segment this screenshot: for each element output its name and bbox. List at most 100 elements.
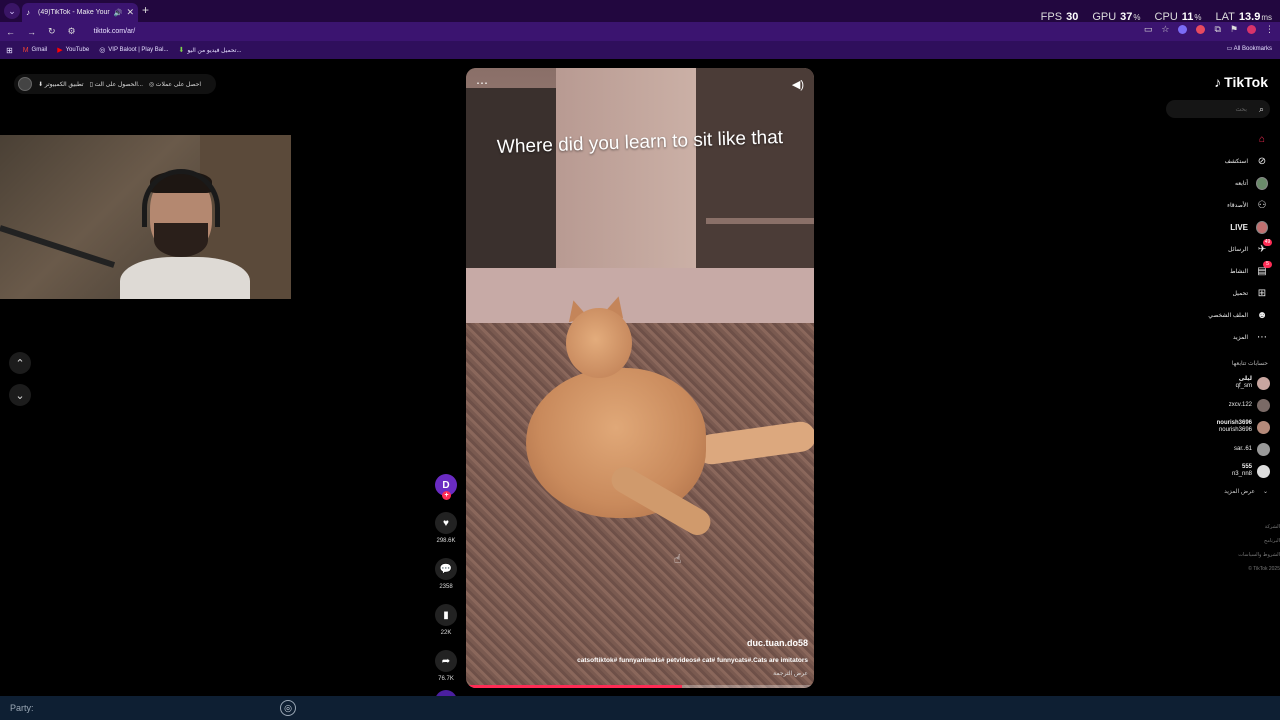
sidebar-menu: ⌂ استكشف ⊘ أتابعه الأصدقاء ⚇ LIVE الرسائل ✈… xyxy=(1158,128,1272,348)
comment-icon: 💬 xyxy=(439,563,453,575)
reload-icon[interactable]: ↻ xyxy=(48,26,56,37)
video-author[interactable]: duc.tuan.do58 xyxy=(747,638,808,648)
like-button[interactable]: ♥ xyxy=(435,512,457,534)
baloot-icon: ◎ xyxy=(99,47,106,54)
speaker-icon[interactable]: 🔊 xyxy=(114,9,123,17)
get-app-link[interactable]: ▯ الحصول على الت... xyxy=(90,81,143,88)
footer-links: الشركة البرنامج الشروط والسياسات © TikTo… xyxy=(1238,520,1280,576)
previous-video-button[interactable]: ⌃ xyxy=(9,352,31,374)
bookmark-star-icon[interactable]: ☆ xyxy=(1161,24,1169,35)
get-coins-link[interactable]: ◎ احصل على عملات xyxy=(149,81,201,88)
sidebar-item-messages[interactable]: الرسائل ✈ 49 xyxy=(1158,238,1272,260)
following-item[interactable]: nourish3696 nourish3696 xyxy=(1160,416,1270,438)
action-rail: D+ ♥ 298.6K 💬 2358 ▮ 22K ➦ 76.7K D xyxy=(432,474,460,712)
more-options-icon[interactable]: ⋯ xyxy=(476,76,488,90)
forward-icon[interactable]: → xyxy=(27,27,36,37)
desktop-app-link[interactable]: ⬇ تطبيق الكمبيوتر xyxy=(38,81,84,88)
gmail-icon: M xyxy=(22,46,29,54)
like-count: 298.6K xyxy=(436,538,456,544)
cast-icon[interactable]: ▭ xyxy=(1144,24,1153,35)
footer-copyright: © TikTok 2025 xyxy=(1248,566,1280,572)
upload-icon: ⊞ xyxy=(1257,287,1267,299)
next-video-button[interactable]: ⌄ xyxy=(9,384,31,406)
messages-badge: 49 xyxy=(1263,239,1272,246)
bookmark-icon: ▮ xyxy=(443,609,449,621)
all-bookmarks[interactable]: ▭ All Bookmarks xyxy=(1227,45,1272,52)
following-item[interactable]: 555 n3_nn8 xyxy=(1160,460,1270,482)
chevron-down-icon: ⌄ xyxy=(15,389,25,402)
folder-icon: ▭ xyxy=(1226,46,1234,52)
tiktok-logo[interactable]: ♪ TikTok xyxy=(1214,74,1268,90)
back-icon[interactable]: ← xyxy=(6,27,15,37)
party-bar: Party: ◎ xyxy=(0,696,1280,720)
comment-button[interactable]: 💬 xyxy=(435,558,457,580)
bookmark-download[interactable]: ⬇ تحميل فيديو من اليو... xyxy=(178,46,241,54)
activity-badge: 5 xyxy=(1263,261,1272,268)
creator-avatar[interactable]: D + xyxy=(435,474,457,500)
new-tab-button[interactable]: + xyxy=(142,3,149,17)
address-bar: ← → ↻ ⚙ tiktok.com/ar/ ▭ ☆ ⧉ ⚑ ⋮ xyxy=(0,22,1280,41)
extensions-puzzle-icon[interactable]: ⧉ xyxy=(1214,24,1220,35)
sidebar-item-explore[interactable]: استكشف ⊘ xyxy=(1158,150,1268,172)
bookmark-baloot[interactable]: ◎ VIP Baloot | Play Bal... xyxy=(99,46,168,54)
heart-icon: ♥ xyxy=(443,517,449,529)
tab-search-dropdown[interactable]: ⌄ xyxy=(4,3,20,19)
sound-icon[interactable]: ◀) xyxy=(792,78,804,91)
apps-grid-icon[interactable]: ⊞ xyxy=(6,46,13,55)
search-box[interactable]: بحث ⌕ xyxy=(1166,100,1270,118)
site-info-icon[interactable]: ⚙ xyxy=(68,26,76,37)
share-button[interactable]: ➦ xyxy=(435,650,457,672)
following-item[interactable]: sar..61 xyxy=(1160,438,1270,460)
sidebar-item-friends[interactable]: الأصدقاء ⚇ xyxy=(1158,194,1268,216)
extension-red-icon[interactable] xyxy=(1196,25,1206,34)
video-progress-bar[interactable] xyxy=(466,685,814,688)
bookmarks-bar: ⊞ M Gmail ▶ YouTube ◎ VIP Baloot | Play Bal… xyxy=(0,41,1280,59)
search-icon[interactable]: ⌕ xyxy=(1259,104,1264,115)
activity-icon: ▤ 5 xyxy=(1256,261,1272,277)
more-icon: ⋯ xyxy=(1257,331,1267,343)
footer-terms-link[interactable]: الشروط والسياسات xyxy=(1238,548,1280,562)
party-chat-icon[interactable]: ◎ xyxy=(280,700,296,716)
extension-flag-icon[interactable]: ⚑ xyxy=(1230,24,1238,35)
sidebar-item-live[interactable]: LIVE xyxy=(1158,216,1268,238)
footer-program-link[interactable]: البرنامج xyxy=(1238,534,1280,548)
save-count: 22K xyxy=(440,630,452,636)
avatar xyxy=(1257,376,1270,390)
tiktok-topbar: ⬇ تطبيق الكمبيوتر ▯ الحصول على الت... ◎ … xyxy=(14,74,216,94)
sidebar-item-home[interactable]: ⌂ xyxy=(1158,128,1268,150)
messages-icon: ✈ 49 xyxy=(1257,239,1272,255)
sidebar-item-profile[interactable]: الملف الشخصي ☻ xyxy=(1158,304,1268,326)
video-player[interactable]: Where did you learn to sit like that ⋯ ◀… xyxy=(466,68,814,688)
sidebar-item-upload[interactable]: تحميل ⊞ xyxy=(1158,282,1268,304)
follow-plus-icon[interactable]: + xyxy=(442,491,451,500)
url-field[interactable]: tiktok.com/ar/ xyxy=(94,28,136,35)
profile-avatar-icon[interactable] xyxy=(1247,25,1256,34)
sidebar-item-activity[interactable]: النشاط ▤ 5 xyxy=(1158,260,1272,282)
extension-shield-icon[interactable] xyxy=(1178,25,1188,34)
save-button[interactable]: ▮ xyxy=(435,604,457,626)
bookmark-youtube[interactable]: ▶ YouTube xyxy=(57,46,89,54)
following-item[interactable]: zxcv.122 xyxy=(1160,394,1270,416)
bookmark-gmail[interactable]: M Gmail xyxy=(23,47,48,54)
tiktok-note-icon: ♪ xyxy=(1214,74,1222,90)
see-more-button[interactable]: عرض المزيد ⌄ xyxy=(1224,488,1268,495)
comment-count: 2358 xyxy=(439,584,453,590)
following-item[interactable]: ليلى qf_sm xyxy=(1160,372,1270,394)
friends-icon: ⚇ xyxy=(1257,199,1267,211)
sidebar-item-more[interactable]: المزيد ⋯ xyxy=(1158,326,1268,348)
tiktok-favicon-icon: ♪ xyxy=(26,7,30,17)
close-tab-icon[interactable]: ✕ xyxy=(126,7,134,18)
tab-title: (49)TikTok - Make Your Day xyxy=(38,9,110,16)
youtube-icon: ▶ xyxy=(57,47,63,54)
user-avatar[interactable] xyxy=(18,77,32,91)
see-translation-link[interactable]: عرض الترجمة xyxy=(773,670,808,677)
footer-company-link[interactable]: الشركة xyxy=(1238,520,1280,534)
live-icon xyxy=(1256,220,1268,234)
right-sidebar: ♪ TikTok بحث ⌕ ⌂ استكشف ⊘ أتابعه الأصدقاء ⚇… xyxy=(1160,70,1280,590)
browser-tab-tiktok[interactable]: ♪ (49)TikTok - Make Your Day 🔊 ✕ xyxy=(22,3,138,22)
sidebar-item-following[interactable]: أتابعه xyxy=(1158,172,1268,194)
menu-kebab-icon[interactable]: ⋮ xyxy=(1265,24,1274,35)
chevron-up-icon: ⌃ xyxy=(15,357,25,370)
webcam-overlay xyxy=(0,135,291,299)
cat-image xyxy=(566,308,632,378)
